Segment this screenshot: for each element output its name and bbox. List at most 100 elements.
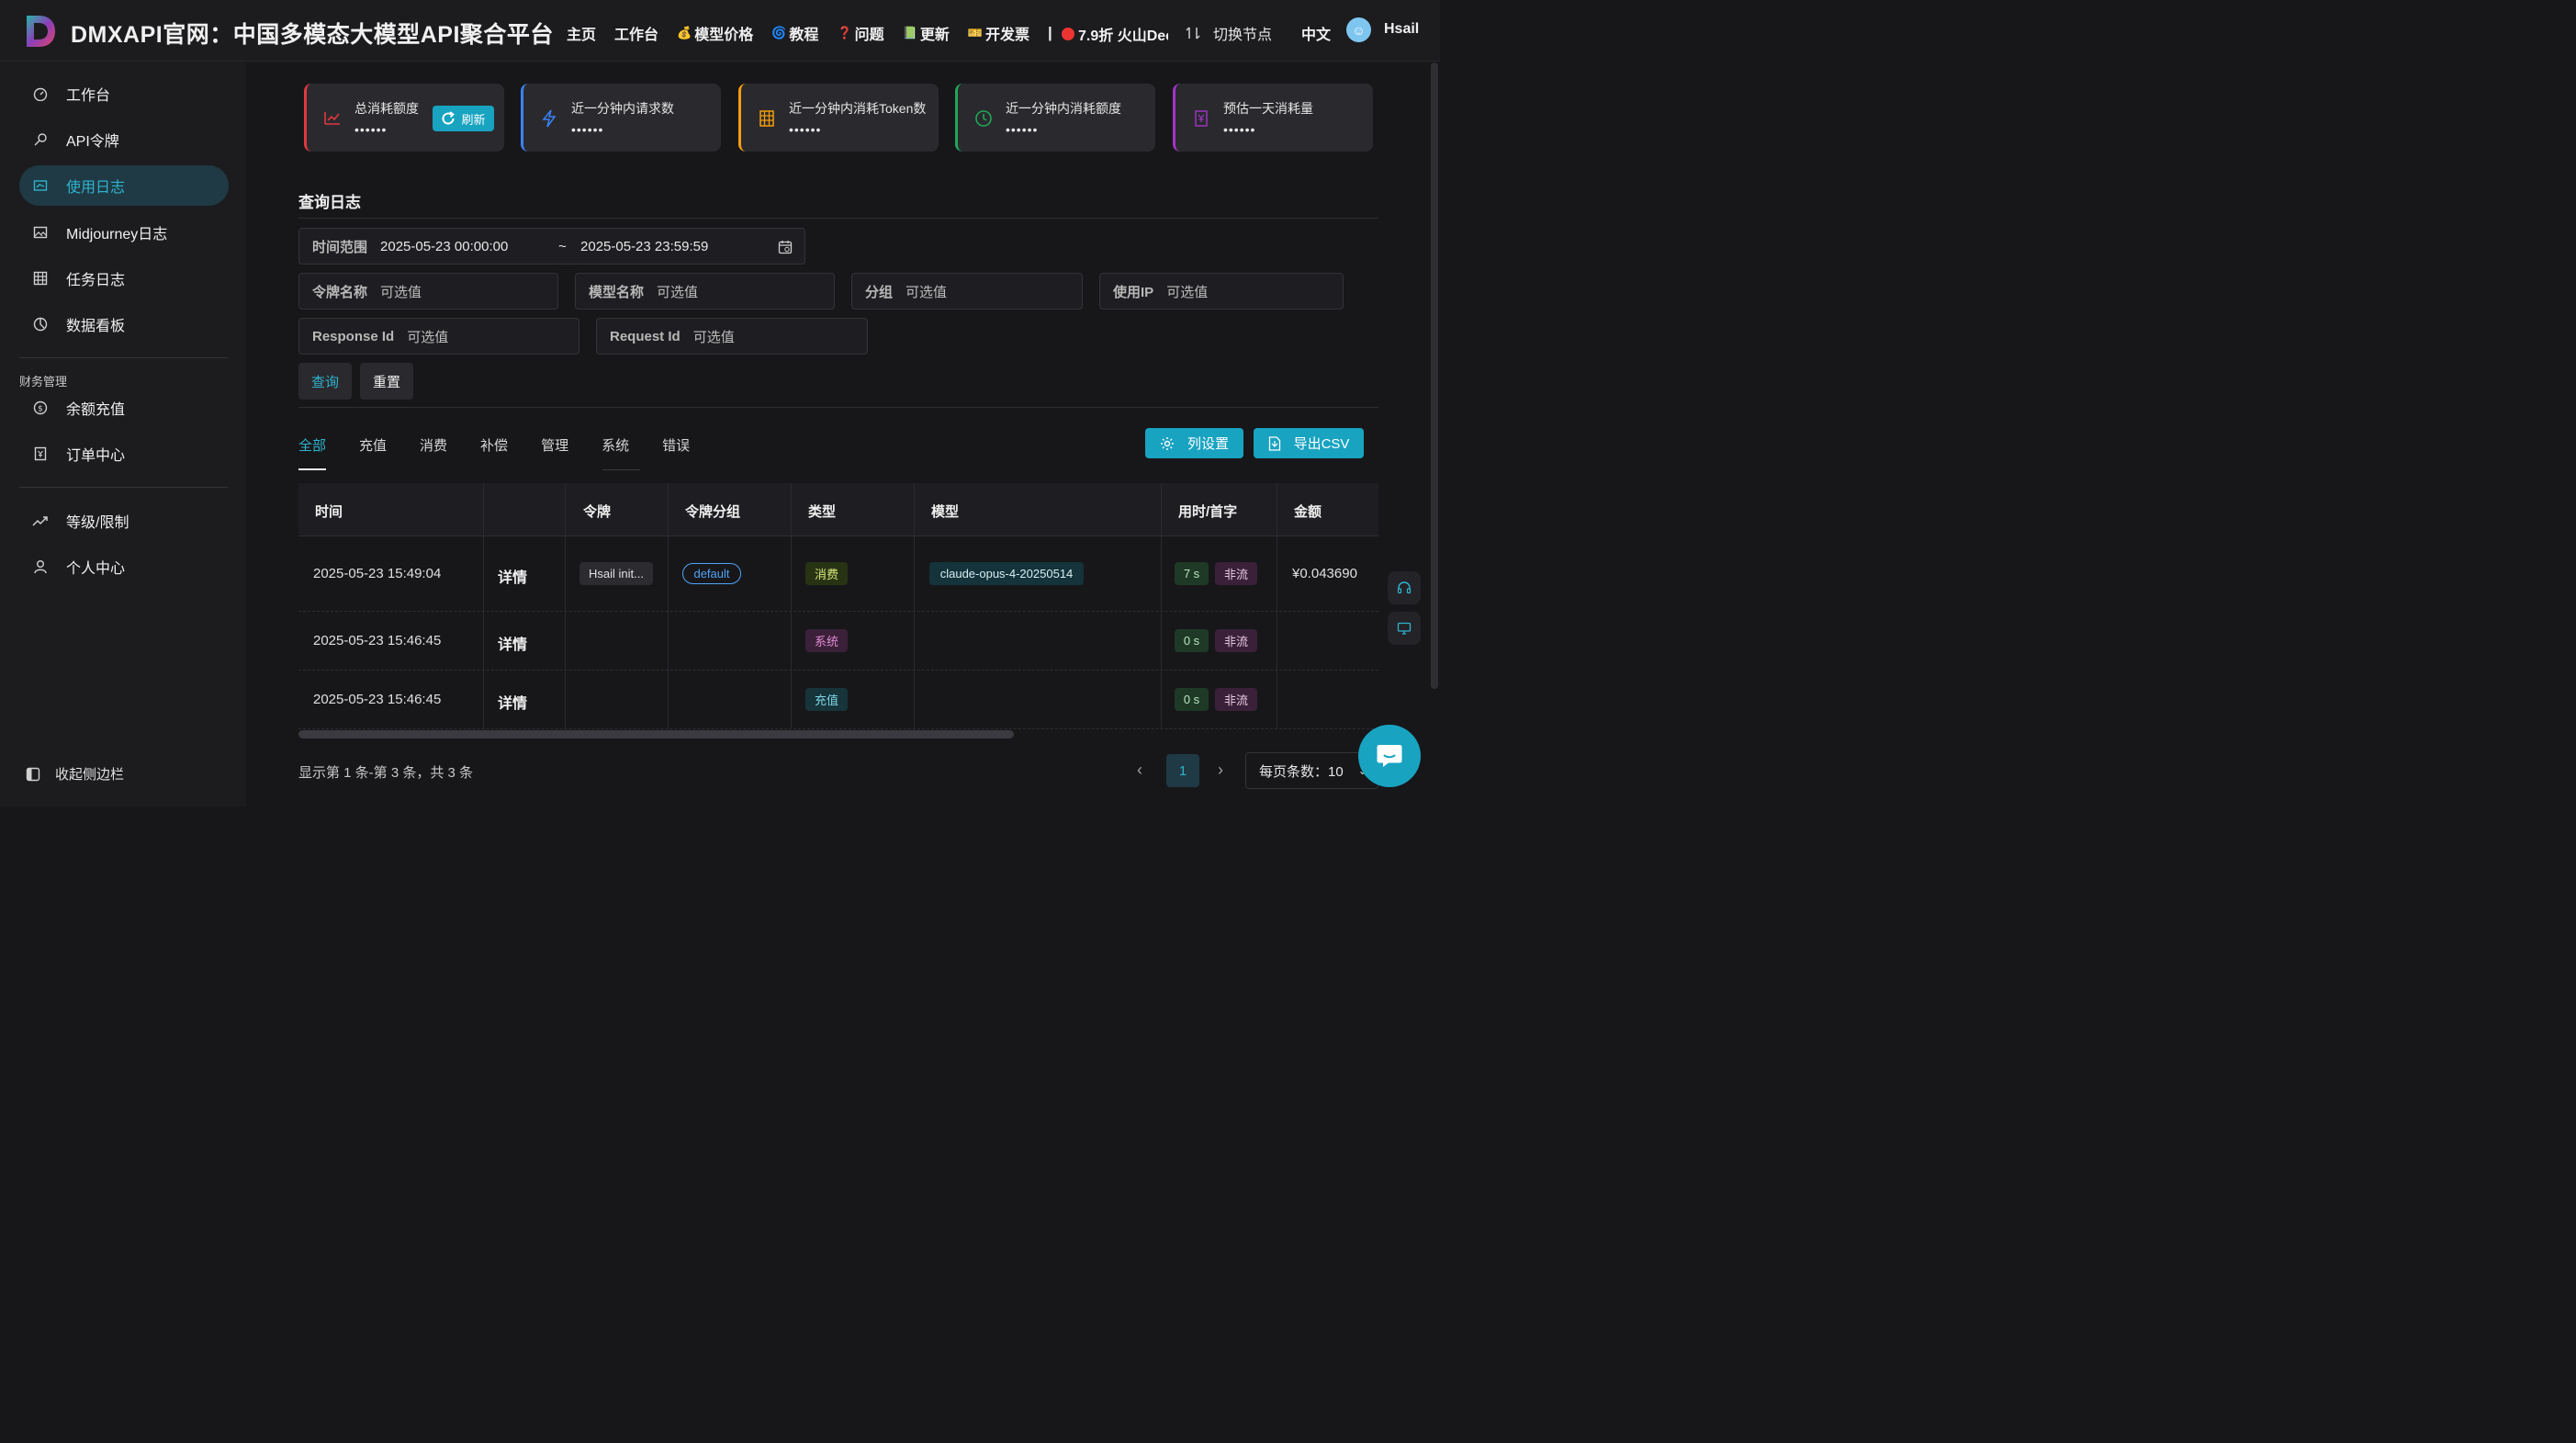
ip-field[interactable]: 使用IP 可选值 (1099, 273, 1344, 310)
model-name-label: 模型名称 (589, 284, 645, 300)
promo-link[interactable]: 7.9折 火山Dee (1062, 23, 1168, 45)
support-headset-button[interactable] (1388, 571, 1421, 604)
image-icon (32, 224, 49, 241)
sidebar-item-dashboard[interactable]: 工作台 (19, 73, 229, 114)
tab-5[interactable]: 系统 (602, 435, 629, 470)
node-switch-label: 切换节点 (1213, 28, 1273, 43)
duration-tag: 0 s (1175, 629, 1209, 652)
model-name-field[interactable]: 模型名称 可选值 (575, 273, 835, 310)
nav-item[interactable]: 💰 模型价格 (677, 22, 753, 44)
model-name-input[interactable]: 可选值 (657, 282, 698, 301)
sidebar-item-recharge[interactable]: $ 余额充值 (19, 388, 229, 428)
switch-icon (1186, 27, 1200, 39)
next-page-icon[interactable]: › (1218, 761, 1223, 780)
node-switch-button[interactable]: 切换节点 (1186, 22, 1272, 44)
nav-icon: 🎫 (967, 26, 984, 39)
chat-button[interactable] (1358, 725, 1421, 787)
key-icon (32, 131, 49, 148)
collapse-sidebar-button[interactable]: 收起侧边栏 (26, 764, 124, 784)
group-field[interactable]: 分组 可选值 (851, 273, 1083, 310)
sidebar-item-data-board[interactable]: 数据看板 (19, 304, 229, 344)
nav-item[interactable]: 🌀 教程 (771, 22, 818, 44)
request-id-field[interactable]: Request Id 可选值 (596, 318, 868, 355)
stat-value: •••••• (1006, 122, 1039, 137)
dashboard-icon (32, 85, 49, 102)
vertical-scrollbar[interactable] (1431, 62, 1438, 689)
response-id-input[interactable]: 可选值 (407, 327, 448, 346)
prev-page-icon[interactable]: ‹ (1137, 761, 1142, 780)
refresh-button[interactable]: 刷新 (433, 106, 494, 131)
header-type[interactable]: 类型 (808, 502, 836, 521)
nav-item[interactable]: 📗 更新 (903, 22, 950, 44)
detail-link[interactable]: 详情 (498, 691, 527, 713)
stream-tag: 非流 (1215, 688, 1257, 711)
time-end-input[interactable]: 2025-05-23 23:59:59 (580, 239, 708, 254)
top-nav: 主页 工作台 💰 模型价格 🌀 教程 ❓ 问题 📗 更新 🎫 开发票 | (567, 22, 1071, 44)
query-button[interactable]: 查询 (298, 363, 352, 400)
export-csv-label: 导出CSV (1293, 436, 1350, 452)
column-divider (914, 483, 915, 729)
sidebar-item-midjourney-log[interactable]: Midjourney日志 (19, 212, 229, 253)
sidebar-item-api-token[interactable]: API令牌 (19, 119, 229, 160)
stream-tag: 非流 (1215, 562, 1257, 585)
sidebar-item-profile[interactable]: 个人中心 (19, 547, 229, 587)
desktop-button[interactable] (1388, 612, 1421, 645)
group-input[interactable]: 可选值 (906, 282, 947, 301)
tab-3[interactable]: 补偿 (480, 435, 508, 470)
detail-link[interactable]: 详情 (498, 565, 527, 587)
language-select[interactable]: 中文 (1301, 22, 1331, 44)
header-token[interactable]: 令牌 (583, 502, 611, 521)
table-row: 2025-05-23 15:46:45 详情 系统 0 s 非流 (298, 612, 1378, 671)
token-name-field[interactable]: 令牌名称 可选值 (298, 273, 558, 310)
header-model[interactable]: 模型 (931, 502, 959, 521)
detail-link[interactable]: 详情 (498, 632, 527, 654)
tab-4[interactable]: 管理 (541, 435, 568, 470)
request-id-input[interactable]: 可选值 (693, 327, 735, 346)
tab-0[interactable]: 全部 (298, 435, 327, 470)
sidebar-item-level-limit[interactable]: 等级/限制 (19, 501, 229, 541)
chart-icon (32, 316, 49, 333)
header-time[interactable]: 时间 (315, 502, 343, 521)
nav-item[interactable]: 主页 (567, 22, 596, 44)
avatar[interactable]: ☺ (1346, 17, 1371, 42)
logo-icon[interactable] (25, 14, 56, 49)
nav-label: 问题 (854, 28, 884, 43)
reset-button[interactable]: 重置 (360, 363, 413, 400)
sidebar-item-task-log[interactable]: 任务日志 (19, 258, 229, 299)
username[interactable]: Hsail (1384, 21, 1419, 38)
nav-label: 开发票 (985, 28, 1030, 43)
export-csv-button[interactable]: 导出CSV (1254, 428, 1364, 458)
header-amount[interactable]: 金额 (1294, 502, 1322, 521)
column-settings-button[interactable]: 列设置 (1145, 428, 1243, 458)
header-duration[interactable]: 用时/首字 (1178, 502, 1237, 521)
sidebar-item-label: API令牌 (66, 134, 119, 150)
nav-item[interactable]: 工作台 (614, 22, 658, 44)
response-id-field[interactable]: Response Id 可选值 (298, 318, 579, 355)
ip-input[interactable]: 可选值 (1166, 282, 1208, 301)
column-divider (483, 483, 484, 729)
tab-6[interactable]: 错误 (662, 435, 690, 470)
tab-underline (602, 469, 640, 470)
horizontal-scrollbar[interactable] (298, 730, 1014, 738)
sidebar-divider (19, 357, 228, 358)
table-header: 时间 令牌 令牌分组 类型 模型 用时/首字 金额 (298, 483, 1378, 536)
nav-item[interactable]: ❓ 问题 (837, 22, 883, 44)
tab-1[interactable]: 充值 (359, 435, 387, 470)
sidebar-item-orders[interactable]: 订单中心 (19, 434, 229, 474)
sidebar-item-label: Midjourney日志 (66, 227, 168, 242)
tab-2[interactable]: 消费 (420, 435, 447, 470)
header-token-group[interactable]: 令牌分组 (685, 502, 740, 521)
sidebar-item-usage-log[interactable]: 使用日志 (19, 165, 229, 206)
time-start-input[interactable]: 2025-05-23 00:00:00 (380, 239, 558, 254)
nav-item[interactable]: 🎫 开发票 (968, 22, 1029, 44)
duration-tag: 7 s (1175, 562, 1209, 585)
time-range-field[interactable]: 时间范围 2025-05-23 00:00:00 ~ 2025-05-23 23… (298, 228, 805, 265)
top-bar: DMXAPI官网：中国多模态大模型API聚合平台 主页 工作台 💰 模型价格 🌀 教程 ❓ 问… (0, 0, 1440, 62)
token-name-input[interactable]: 可选值 (380, 282, 422, 301)
calendar-icon[interactable] (778, 240, 793, 254)
monitor-icon (1397, 622, 1412, 635)
nav-label: 主页 (567, 28, 597, 43)
page-1-button[interactable]: 1 (1166, 754, 1199, 787)
divider (298, 218, 1378, 219)
nav-icon: 🌀 (771, 26, 787, 39)
